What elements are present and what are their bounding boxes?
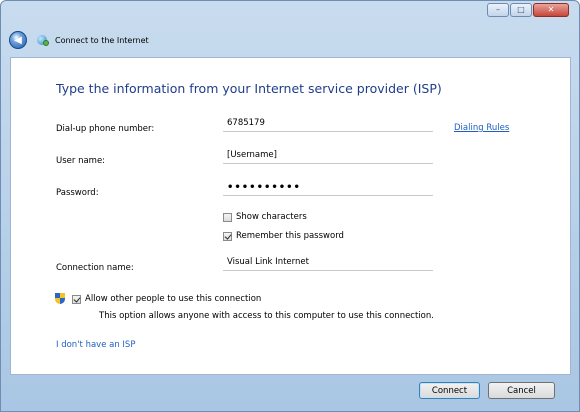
minimize-button[interactable]: – [487,3,509,17]
button-bar: Connect Cancel [10,375,571,407]
remember-password-label: Remember this password [236,231,344,241]
show-characters-label: Show characters [236,212,307,222]
network-globe-icon [37,34,49,46]
remember-password-checkbox-row[interactable]: Remember this password [223,231,344,241]
close-button[interactable]: ✕ [533,3,569,17]
security-shield-icon [55,293,66,305]
page-heading: Type the information from your Internet … [56,81,442,96]
password-label: Password: [56,188,99,198]
back-button[interactable]: ◀ [9,31,27,49]
caption-buttons: – □ ✕ [486,3,569,21]
maximize-button[interactable]: □ [510,3,532,17]
allow-others-checkbox[interactable] [72,294,81,304]
password-field[interactable]: •••••••••• [223,179,433,196]
navigation-bar: ◀ Connect to the Internet [9,25,571,55]
show-characters-checkbox[interactable] [223,212,232,222]
connection-name-field[interactable]: Visual Link Internet [223,254,433,271]
phone-number-field[interactable]: 6785179 [223,115,433,132]
back-arrow-icon: ◀ [14,34,22,46]
username-field[interactable]: [Username] [223,147,433,164]
phone-number-label: Dial-up phone number: [56,124,155,134]
connection-name-label: Connection name: [56,263,134,273]
cancel-button[interactable]: Cancel [488,382,555,399]
title-bar: – □ ✕ [1,1,579,25]
remember-password-checkbox[interactable] [223,231,232,241]
no-isp-link[interactable]: I don't have an ISP [56,340,135,350]
wizard-title: Connect to the Internet [55,35,149,45]
show-characters-checkbox-row[interactable]: Show characters [223,212,307,222]
dialing-rules-link[interactable]: Dialing Rules [454,123,509,133]
allow-others-description: This option allows anyone with access to… [99,311,434,321]
allow-others-label: Allow other people to use this connectio… [85,294,262,304]
content-panel: Type the information from your Internet … [10,57,571,375]
username-label: User name: [56,156,106,166]
dialog-window: – □ ✕ ◀ Connect to the Internet Type the… [0,0,580,412]
connect-button[interactable]: Connect [419,382,480,399]
allow-others-row[interactable]: Allow other people to use this connectio… [55,293,261,305]
